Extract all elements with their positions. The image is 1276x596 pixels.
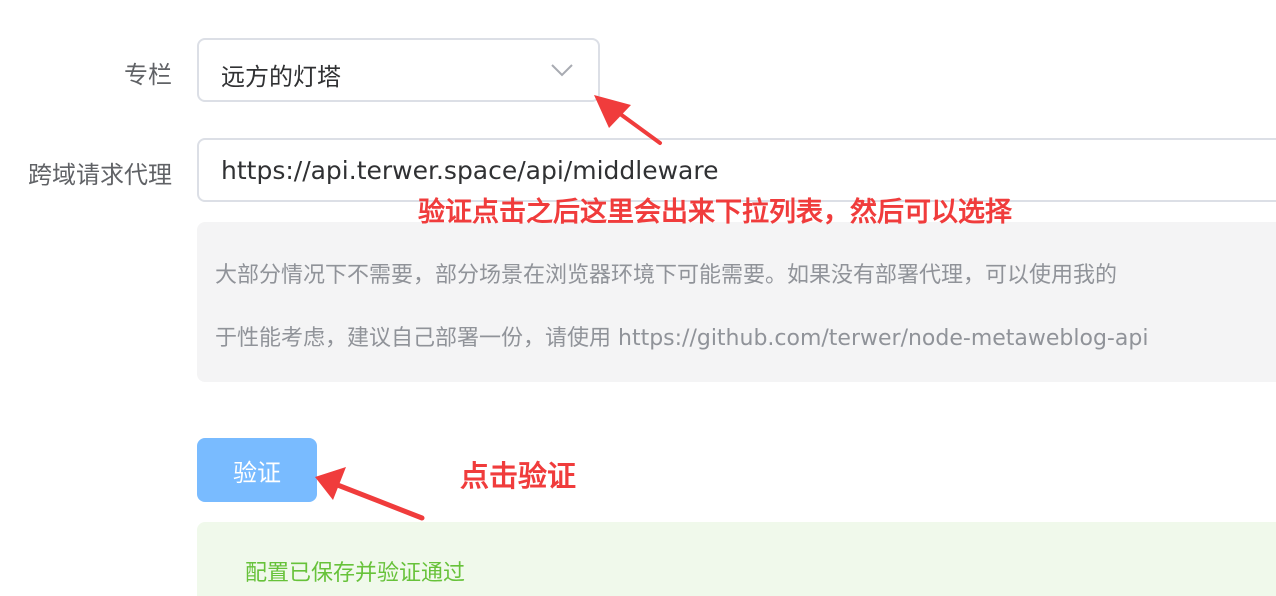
- proxy-label: 跨域请求代理: [28, 161, 172, 189]
- success-message: 配置已保存并验证通过: [245, 561, 466, 586]
- column-label: 专栏: [124, 61, 172, 89]
- arrow-icon: [315, 467, 425, 521]
- proxy-input-value[interactable]: https://api.terwer.space/api/middleware: [221, 156, 718, 185]
- arrow-icon: [594, 95, 662, 145]
- success-alert: 配置已保存并验证通过: [197, 522, 1276, 596]
- hint-line: 大部分情况下不需要，部分场景在浏览器环境下可能需要。如果没有部署代理，可以使用我…: [215, 263, 1118, 288]
- verify-annotation: 点击验证: [460, 459, 577, 493]
- dropdown-annotation: 验证点击之后这里会出来下拉列表，然后可以选择: [418, 197, 1012, 228]
- proxy-hint: 大部分情况下不需要，部分场景在浏览器环境下可能需要。如果没有部署代理，可以使用我…: [197, 222, 1276, 382]
- column-select[interactable]: 远方的灯塔: [197, 38, 600, 102]
- column-select-value: 远方的灯塔: [221, 63, 341, 91]
- chevron-down-icon[interactable]: [550, 62, 574, 78]
- hint-line: 于性能考虑，建议自己部署一份，请使用 https://github.com/te…: [215, 326, 1149, 351]
- verify-button[interactable]: 验证: [197, 438, 317, 502]
- settings-form: 专栏 远方的灯塔 跨域请求代理 https://api.terwer.space…: [0, 0, 1276, 596]
